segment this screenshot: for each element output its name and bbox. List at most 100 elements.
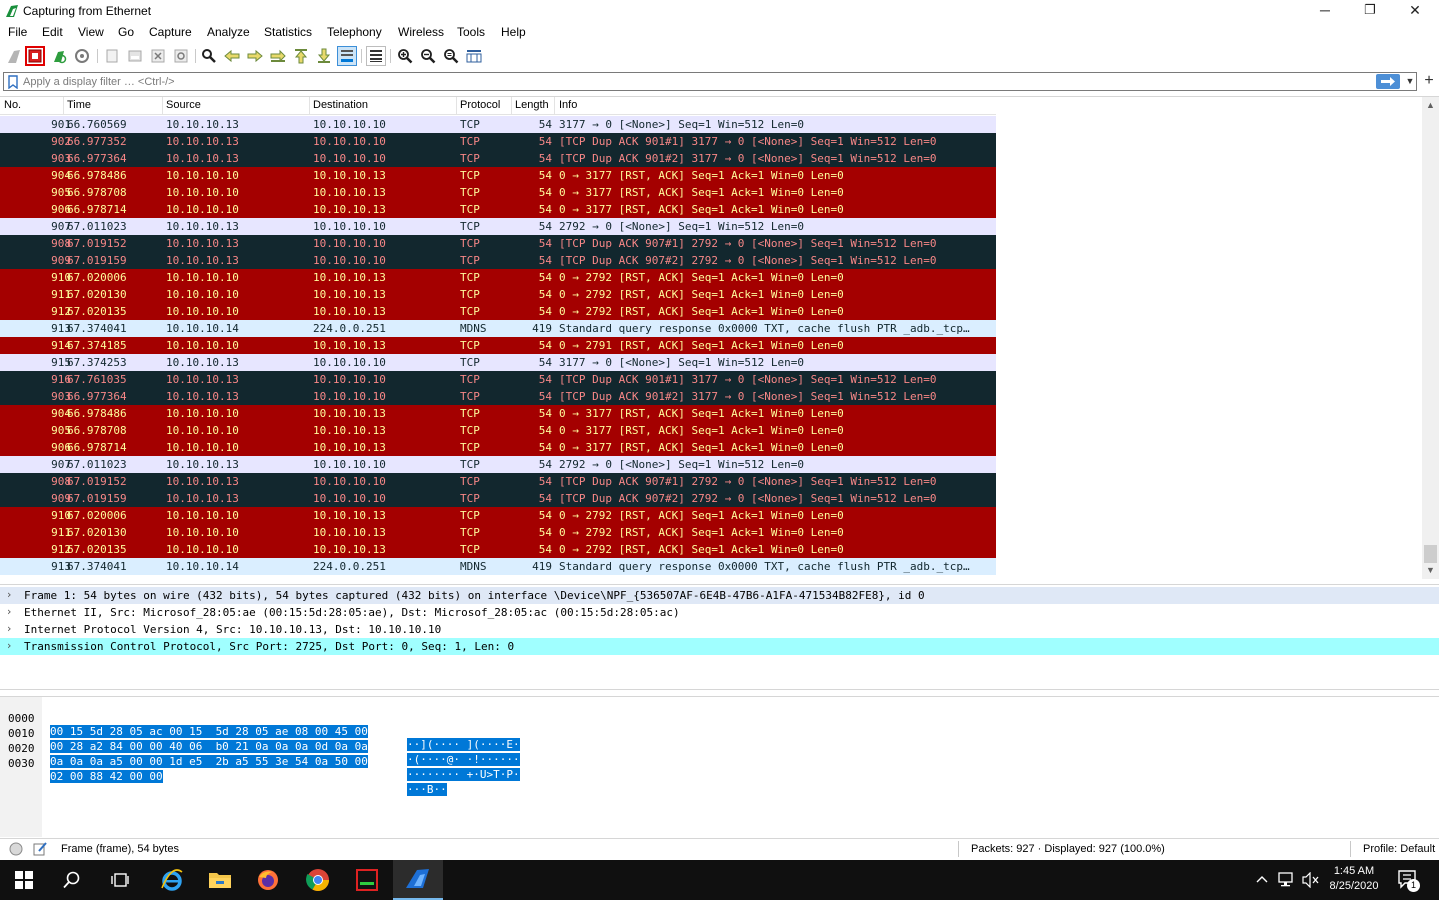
packet-row[interactable]: 910 67.020006 10.10.10.10 10.10.10.13 TCP 54 0… — [0, 507, 996, 524]
packet-row[interactable]: 904 66.978486 10.10.10.10 10.10.10.13 TCP 54 0… — [0, 167, 996, 184]
taskbar-clock[interactable]: 1:45 AM 8/25/2020 — [1322, 864, 1386, 894]
taskbar-wireshark-button[interactable] — [393, 860, 443, 900]
menu-statistics[interactable]: Statistics — [264, 25, 312, 39]
menu-help[interactable]: Help — [501, 25, 526, 39]
packet-row[interactable]: 913 67.374041 10.10.10.14 224.0.0.251 MDNS 41… — [0, 320, 996, 337]
close-file-button[interactable] — [148, 46, 168, 66]
zoom-reset-button[interactable] — [441, 46, 461, 66]
menu-telephony[interactable]: Telephony — [327, 25, 382, 39]
packet-row[interactable]: 911 67.020130 10.10.10.10 10.10.10.13 TCP 54 0… — [0, 524, 996, 541]
packet-row[interactable]: 914 67.374185 10.10.10.10 10.10.10.13 TCP 54 0… — [0, 337, 996, 354]
last-packet-button[interactable] — [314, 46, 334, 66]
detail-row-ethernet[interactable]: › Ethernet II, Src: Microsof_28:05:ae (0… — [0, 604, 1439, 621]
col-header-destination[interactable]: Destination — [313, 99, 368, 111]
col-header-info[interactable]: Info — [559, 99, 577, 111]
taskbar-search-button[interactable] — [48, 860, 96, 900]
menu-tools[interactable]: Tools — [457, 25, 485, 39]
packet-row[interactable]: 903 66.977364 10.10.10.13 10.10.10.10 TCP 54[… — [0, 388, 996, 405]
scroll-down-icon[interactable]: ▼ — [1422, 562, 1439, 579]
bookmark-icon[interactable] — [7, 75, 19, 89]
taskbar-chrome-button[interactable] — [294, 860, 342, 900]
col-header-source[interactable]: Source — [166, 99, 201, 111]
col-header-time[interactable]: Time — [67, 99, 91, 111]
reload-button[interactable] — [171, 46, 191, 66]
col-header-no[interactable]: No. — [4, 99, 21, 111]
bytes-row[interactable]: 0030 02 00 88 42 00 00 ···B·· — [0, 744, 447, 796]
packet-row[interactable]: 905 66.978708 10.10.10.10 10.10.10.13 TCP 54 0… — [0, 184, 996, 201]
go-to-packet-button[interactable] — [268, 46, 288, 66]
chevron-right-icon[interactable]: › — [7, 622, 11, 635]
packet-row[interactable]: 912 67.020135 10.10.10.10 10.10.10.13 TCP 54 0… — [0, 541, 996, 558]
restart-capture-button[interactable] — [49, 46, 69, 66]
col-header-length[interactable]: Length — [515, 99, 549, 111]
close-button[interactable]: ✕ — [1392, 0, 1438, 22]
scroll-up-icon[interactable]: ▲ — [1422, 97, 1439, 114]
menu-wireless[interactable]: Wireless — [398, 25, 444, 39]
taskbar-cain-button[interactable] — [343, 860, 391, 900]
packet-row[interactable]: 908 67.019152 10.10.10.13 10.10.10.10 TCP 54[… — [0, 235, 996, 252]
restore-button[interactable]: ❐ — [1347, 0, 1393, 22]
edit-comment-icon[interactable] — [32, 841, 48, 857]
packet-row[interactable]: 912 67.020135 10.10.10.10 10.10.10.13 TCP 54 0… — [0, 303, 996, 320]
menu-capture[interactable]: Capture — [149, 25, 192, 39]
autoscroll-button[interactable] — [337, 46, 357, 66]
task-view-button[interactable] — [96, 860, 144, 900]
display-filter-input[interactable] — [23, 73, 1363, 90]
packet-row[interactable]: 916 67.761035 10.10.10.13 10.10.10.10 TCP 54[… — [0, 371, 996, 388]
packet-row[interactable]: 901 66.760569 10.10.10.13 10.10.10.10 TCP 54 3… — [0, 116, 996, 133]
packet-list-scrollbar[interactable]: ▲ ▼ — [1422, 97, 1439, 579]
menu-go[interactable]: Go — [118, 25, 134, 39]
bytes-row[interactable]: 0000 00 15 5d 28 05 ac 00 15 5d 28 05 ae… — [0, 699, 520, 751]
packet-row[interactable]: 911 67.020130 10.10.10.10 10.10.10.13 TCP 54 0… — [0, 286, 996, 303]
network-icon[interactable] — [1278, 872, 1296, 888]
packet-row[interactable]: 909 67.019159 10.10.10.13 10.10.10.10 TCP 54[… — [0, 252, 996, 269]
packet-row[interactable]: 913 67.374041 10.10.10.14 224.0.0.251 MDNS 41… — [0, 558, 996, 575]
resize-columns-button[interactable] — [464, 46, 484, 66]
chevron-right-icon[interactable]: › — [7, 639, 11, 652]
open-file-button[interactable] — [102, 46, 122, 66]
packet-row[interactable]: 902 66.977352 10.10.10.13 10.10.10.10 TCP 54[… — [0, 133, 996, 150]
apply-filter-button[interactable] — [1376, 74, 1400, 89]
taskbar-explorer-button[interactable] — [196, 860, 244, 900]
scrollbar-thumb[interactable] — [1424, 545, 1437, 563]
packet-row[interactable]: 906 66.978714 10.10.10.10 10.10.10.13 TCP 54 0… — [0, 439, 996, 456]
menu-analyze[interactable]: Analyze — [207, 25, 250, 39]
find-packet-button[interactable] — [199, 46, 219, 66]
filter-history-dropdown[interactable]: ▼ — [1404, 74, 1416, 89]
detail-row-frame[interactable]: › Frame 1: 54 bytes on wire (432 bits), … — [0, 587, 1439, 604]
packet-row[interactable]: 909 67.019159 10.10.10.13 10.10.10.10 TCP 54[… — [0, 490, 996, 507]
menu-edit[interactable]: Edit — [42, 25, 63, 39]
go-back-button[interactable] — [222, 46, 242, 66]
menu-file[interactable]: File — [8, 25, 27, 39]
packet-row[interactable]: 907 67.011023 10.10.10.13 10.10.10.10 TCP 54 2… — [0, 456, 996, 473]
bytes-row[interactable]: 0020 0a 0a 0a a5 00 00 1d e5 2b a5 55 3e… — [0, 729, 520, 781]
chevron-right-icon[interactable]: › — [7, 605, 11, 618]
save-file-button[interactable] — [125, 46, 145, 66]
status-profile[interactable]: Profile: Default — [1363, 843, 1435, 855]
detail-row-tcp[interactable]: › Transmission Control Protocol, Src Por… — [0, 638, 1439, 655]
capture-options-button[interactable] — [72, 46, 92, 66]
volume-muted-icon[interactable] — [1302, 872, 1320, 888]
add-filter-button[interactable]: + — [1421, 72, 1437, 90]
packet-row[interactable]: 915 67.374253 10.10.10.13 10.10.10.10 TCP 54 3… — [0, 354, 996, 371]
first-packet-button[interactable] — [291, 46, 311, 66]
packet-row[interactable]: 904 66.978486 10.10.10.10 10.10.10.13 TCP 54 0… — [0, 405, 996, 422]
packet-row[interactable]: 907 67.011023 10.10.10.13 10.10.10.10 TCP 54 2… — [0, 218, 996, 235]
menu-view[interactable]: View — [78, 25, 104, 39]
packet-row[interactable]: 910 67.020006 10.10.10.10 10.10.10.13 TCP 54 0… — [0, 269, 996, 286]
stop-capture-button[interactable] — [25, 46, 45, 66]
minimize-button[interactable]: ─ — [1302, 0, 1348, 22]
packet-row[interactable]: 905 66.978708 10.10.10.10 10.10.10.13 TCP 54 0… — [0, 422, 996, 439]
packet-row[interactable]: 906 66.978714 10.10.10.10 10.10.10.13 TCP 54 0… — [0, 201, 996, 218]
packet-row[interactable]: 908 67.019152 10.10.10.13 10.10.10.10 TCP 54[… — [0, 473, 996, 490]
start-button[interactable] — [0, 860, 48, 900]
bytes-row[interactable]: 0010 00 28 a2 84 00 00 40 06 b0 21 0a 0a… — [0, 714, 520, 766]
col-header-protocol[interactable]: Protocol — [460, 99, 500, 111]
taskbar-firefox-button[interactable] — [244, 860, 292, 900]
detail-row-ip[interactable]: › Internet Protocol Version 4, Src: 10.1… — [0, 621, 1439, 638]
go-forward-button[interactable] — [245, 46, 265, 66]
packet-row[interactable]: 903 66.977364 10.10.10.13 10.10.10.10 TCP 54[… — [0, 150, 996, 167]
zoom-in-button[interactable] — [395, 46, 415, 66]
chevron-up-icon[interactable] — [1256, 874, 1268, 886]
start-capture-button[interactable] — [4, 46, 24, 66]
